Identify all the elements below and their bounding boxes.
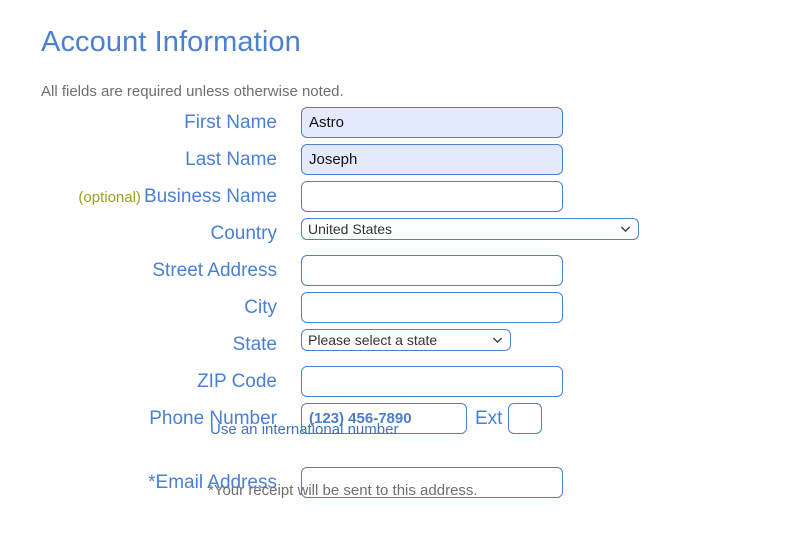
country-select-wrap: United States: [301, 218, 639, 240]
international-number-link[interactable]: Use an international number: [210, 419, 398, 441]
business-name-field-wrap: [277, 181, 800, 212]
last-name-field-wrap: [277, 144, 800, 175]
country-label: Country: [210, 223, 277, 244]
street-address-label: Street Address: [152, 260, 277, 281]
city-label: City: [244, 297, 277, 318]
city-field-wrap: [277, 292, 800, 323]
ext-label: Ext: [475, 408, 503, 429]
page-subtitle: All fields are required unless otherwise…: [41, 83, 344, 100]
form-row-phone-number: Phone Number Ext: [0, 403, 800, 440]
business-name-label: Business Name: [143, 186, 277, 207]
form-row-state: State Please select a state: [0, 329, 800, 366]
first-name-field-wrap: [277, 107, 800, 138]
form-row-zip-code: ZIP Code: [0, 366, 800, 403]
form-row-last-name: Last Name: [0, 144, 800, 181]
account-information-page: Account Information All fields are requi…: [0, 0, 800, 548]
business-name-input[interactable]: [301, 181, 563, 212]
ext-input[interactable]: [508, 403, 543, 434]
city-input[interactable]: [301, 292, 563, 323]
first-name-label: First Name: [184, 112, 277, 133]
state-select[interactable]: Please select a state: [301, 329, 511, 351]
form-row-first-name: First Name: [0, 107, 800, 144]
form-row-country: Country United States: [0, 218, 800, 255]
business-name-optional-tag: (optional): [78, 189, 141, 206]
street-address-field-wrap: [277, 255, 800, 286]
zip-code-field-wrap: [277, 366, 800, 397]
state-select-wrap: Please select a state: [301, 329, 511, 351]
phone-helper-row: [0, 440, 800, 467]
last-name-input[interactable]: [301, 144, 563, 175]
street-address-input[interactable]: [301, 255, 563, 286]
form-row-street-address: Street Address: [0, 255, 800, 292]
account-information-form: First Name Last Name (optional)Business …: [0, 107, 800, 504]
country-select[interactable]: United States: [301, 218, 639, 240]
zip-code-label: ZIP Code: [197, 371, 277, 392]
last-name-label: Last Name: [185, 149, 277, 170]
form-row-city: City: [0, 292, 800, 329]
country-field-wrap: United States: [277, 218, 800, 240]
business-name-label-wrap: (optional) Business Name: [0, 181, 277, 213]
state-label: State: [232, 334, 277, 355]
zip-code-input[interactable]: [301, 366, 563, 397]
page-title: Account Information: [41, 26, 301, 58]
form-row-business-name: (optional) Business Name: [0, 181, 800, 218]
state-field-wrap: Please select a state: [277, 329, 800, 351]
email-receipt-footnote: *Your receipt will be sent to this addre…: [208, 482, 478, 499]
first-name-input[interactable]: [301, 107, 563, 138]
